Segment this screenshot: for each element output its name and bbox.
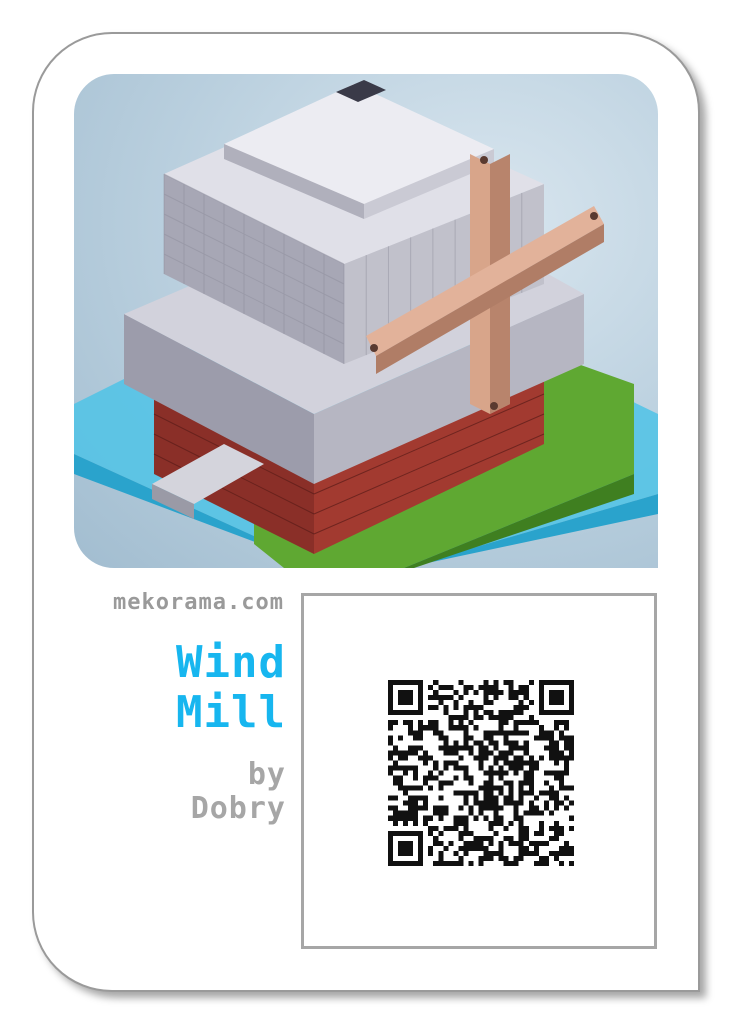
website-label: mekorama.com bbox=[113, 590, 284, 615]
level-title: Wind Mill bbox=[60, 638, 286, 738]
by-label: by bbox=[247, 757, 286, 792]
author-credit: by Dobry bbox=[60, 758, 286, 826]
title-line-2: Mill bbox=[176, 687, 286, 738]
title-line-1: Wind bbox=[176, 637, 286, 688]
qr-code-icon bbox=[388, 680, 574, 866]
level-artwork bbox=[74, 74, 658, 568]
author-name: Dobry bbox=[190, 791, 286, 826]
qr-frame bbox=[301, 593, 657, 949]
windmill-illustration bbox=[74, 80, 658, 568]
